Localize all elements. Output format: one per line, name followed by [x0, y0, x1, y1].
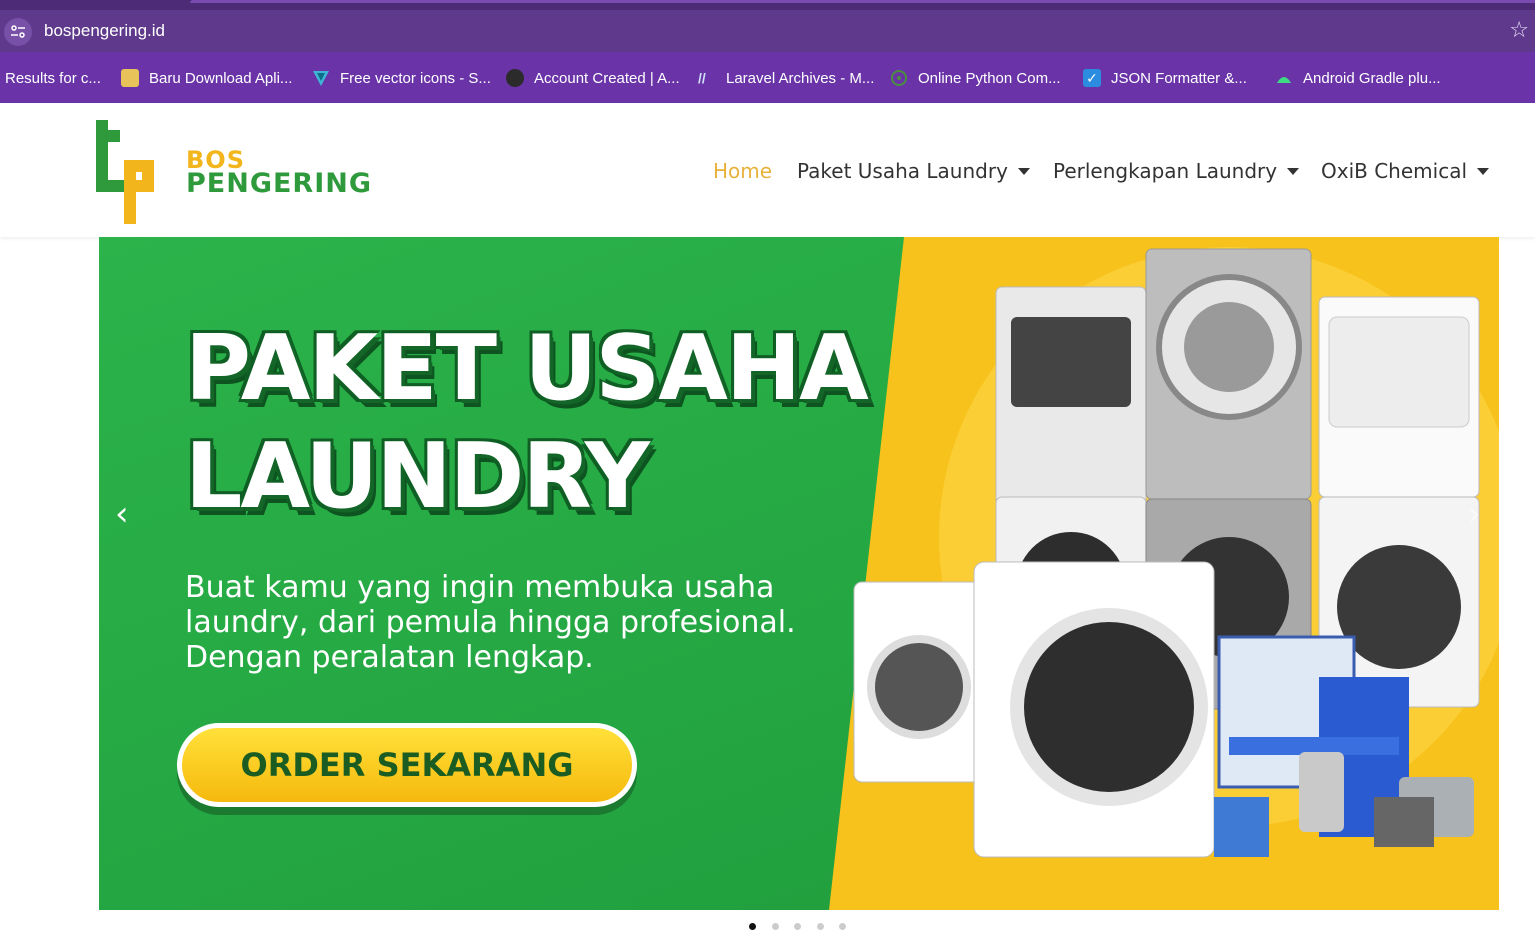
bookmark-star-icon[interactable]: ☆ — [1509, 18, 1529, 42]
slider-prev-arrow-icon[interactable]: ‹ — [115, 497, 129, 531]
slider-dot[interactable] — [794, 923, 801, 930]
headline-line-2: LAUNDRY — [185, 424, 650, 529]
bookmark-label: Baru Download Apli... — [149, 69, 293, 87]
android-icon — [1275, 69, 1293, 87]
nav-perlengkapan-label: Perlengkapan Laundry — [1053, 159, 1278, 183]
bookmark-label: Online Python Com... — [918, 69, 1061, 87]
site-info-icon[interactable] — [4, 18, 32, 46]
chevron-down-icon — [1017, 167, 1030, 175]
active-tab-edge — [190, 0, 1535, 3]
bookmark-label: Free vector icons - S... — [340, 69, 491, 87]
bookmark-item[interactable]: ✓ JSON Formatter &... — [1083, 67, 1247, 89]
nav-home[interactable]: Home — [713, 158, 772, 184]
chevron-down-icon — [1287, 167, 1300, 175]
python-icon — [890, 69, 908, 87]
nav-oxib-label: OxiB Chemical — [1321, 159, 1468, 183]
bookmark-item[interactable]: Free vector icons - S... — [312, 67, 491, 89]
subtext-line-1: Buat kamu yang ingin membuka usaha — [185, 570, 775, 605]
bookmark-item[interactable]: Android Gradle plu... — [1275, 67, 1441, 89]
chevron-down-icon — [1477, 167, 1490, 175]
slider-dot[interactable] — [749, 923, 756, 930]
bookmark-item[interactable]: Account Created | A... — [506, 67, 680, 89]
nav-home-label: Home — [713, 159, 773, 183]
nav-perlengkapan-laundry[interactable]: Perlengkapan Laundry — [1053, 158, 1300, 184]
slider-dot[interactable] — [771, 923, 779, 930]
hero-slider[interactable]: PAKET USAHA LAUNDRY Buat kamu yang ingin… — [99, 237, 1499, 910]
omnibox[interactable] — [0, 10, 1535, 52]
nav-oxib-chemical[interactable]: OxiB Chemical — [1321, 158, 1490, 184]
globe-icon — [506, 69, 524, 87]
bookmarks-bar: Results for c... Baru Download Apli... F… — [0, 52, 1535, 103]
url-text[interactable]: bospengering.id — [44, 21, 165, 41]
bookmark-label: Laravel Archives - M... — [726, 69, 875, 87]
subtext-line-2: laundry, dari pemula hingga profesional. — [185, 605, 796, 640]
nav-paket-usaha-laundry[interactable]: Paket Usaha Laundry — [797, 158, 1030, 184]
slider-pagination — [749, 923, 862, 930]
logo-text-pengering: PENGERING — [186, 168, 373, 199]
headline-line-1: PAKET USAHA — [185, 316, 869, 421]
bookmark-label: Results for c... — [5, 69, 101, 87]
bookmark-item[interactable]: Online Python Com... — [890, 67, 1061, 89]
subtext-line-3: Dengan peralatan lengkap. — [185, 640, 594, 675]
slider-dot[interactable] — [839, 923, 846, 930]
app-icon — [121, 69, 139, 87]
code-icon: // — [698, 70, 706, 86]
vector-icon — [312, 69, 330, 87]
banner-headline: PAKET USAHA LAUNDRY — [185, 315, 869, 531]
bookmark-label: JSON Formatter &... — [1111, 69, 1247, 87]
order-now-button[interactable]: ORDER SEKARANG — [177, 723, 637, 807]
banner-subtext: Buat kamu yang ingin membuka usaha laund… — [185, 570, 865, 675]
slider-next-arrow-icon[interactable]: › — [1467, 497, 1481, 531]
slider-dot[interactable] — [816, 923, 824, 930]
bookmark-label: Account Created | A... — [534, 69, 680, 87]
bookmark-item[interactable]: Results for c... — [5, 67, 101, 89]
check-icon: ✓ — [1083, 69, 1101, 87]
bookmark-item[interactable]: // Laravel Archives - M... — [698, 67, 874, 89]
address-bar[interactable]: bospengering.id ☆ — [0, 10, 1535, 52]
bookmark-item[interactable]: Baru Download Apli... — [121, 67, 292, 89]
browser-tab-strip — [0, 0, 1535, 10]
bookmark-label: Android Gradle plu... — [1303, 69, 1441, 87]
nav-paket-label: Paket Usaha Laundry — [797, 159, 1008, 183]
